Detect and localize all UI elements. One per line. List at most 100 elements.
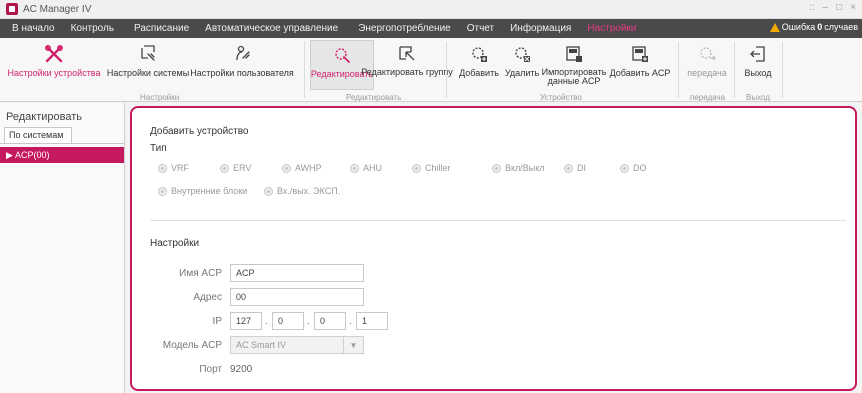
system-settings-icon [141, 45, 155, 61]
import-acp-icon [566, 46, 582, 62]
edit-group-icon [399, 46, 415, 61]
delete-device-icon [515, 47, 530, 62]
alarm-label: Ошибка [781, 22, 816, 32]
group-label-exit: Выход [746, 93, 770, 102]
left-panel-title: Редактировать [6, 111, 82, 123]
radio-awhp[interactable]: AWHP [282, 163, 322, 173]
radio-dot [158, 163, 167, 173]
radio-label: Chiller [425, 163, 451, 173]
radio-ahu[interactable]: AHU [350, 163, 382, 173]
transfer-button[interactable]: передача [682, 40, 732, 90]
radio-vrf[interactable]: VRF [158, 163, 189, 173]
port-value: 9200 [230, 364, 253, 375]
acp-name-label: Имя ACP [179, 268, 222, 279]
model-select-value: AC Smart IV [236, 340, 287, 350]
close-icon[interactable]: × [850, 2, 856, 13]
import-acp-label: Импортировать данные ACP [541, 67, 607, 86]
add-acp-button[interactable]: Добавить ACP [608, 40, 672, 90]
ribbon-separator [678, 42, 679, 98]
import-acp-button[interactable]: Импортировать данные ACP [540, 40, 608, 90]
window-controls: :: – □ × [809, 2, 856, 13]
radio-erv[interactable]: ERV [220, 163, 251, 173]
model-select[interactable]: AC Smart IV ▼ [230, 336, 364, 354]
transfer-label: передача [687, 68, 727, 78]
model-label: Модель ACP [162, 340, 222, 351]
menu-item-home[interactable]: В начало [4, 23, 63, 34]
exit-label: Выход [744, 68, 772, 78]
maximize-icon[interactable]: □ [836, 2, 842, 13]
ip-octet-3-input[interactable] [314, 312, 346, 330]
tree-item-label: ACP(00) [14, 150, 50, 160]
radio-di[interactable]: DI [564, 163, 586, 173]
ribbon-separator [304, 42, 305, 98]
menu-item-schedule[interactable]: Расписание [126, 23, 197, 34]
radio-dot [350, 163, 359, 173]
ip-octet-2-input[interactable] [272, 312, 304, 330]
radio-do[interactable]: DO [620, 163, 647, 173]
acp-name-input[interactable] [230, 264, 364, 282]
settings-title: Настройки [150, 238, 200, 249]
ip-octet-4-input[interactable] [356, 312, 388, 330]
type-label: Тип [150, 143, 167, 154]
alarm-indicator[interactable]: Ошибка 0 случаев [769, 22, 858, 32]
transfer-icon [700, 47, 716, 61]
edit-group-button[interactable]: Редактировать группу [361, 40, 453, 90]
radio-label: AHU [363, 163, 383, 173]
expand-arrow-icon[interactable]: ▶ [6, 150, 13, 160]
add-device-title: Добавить устройство [150, 126, 249, 137]
exit-button[interactable]: Выход [738, 40, 778, 90]
alarm-count: 0 [817, 22, 823, 32]
radio-dot [492, 163, 501, 173]
tab-by-systems[interactable]: По системам [4, 127, 72, 143]
radio-label: VRF [171, 163, 189, 173]
menu-item-energy[interactable]: Энергопотребление [350, 23, 459, 34]
chevron-down-icon[interactable]: ▼ [343, 337, 363, 353]
radio-label: DO [633, 163, 647, 173]
system-settings-button[interactable]: Настройки системы [106, 40, 190, 90]
delete-label: Удалить [504, 68, 540, 78]
warning-icon [769, 22, 780, 32]
device-settings-button[interactable]: Настройки устройства [2, 40, 106, 90]
radio-dot [564, 163, 573, 173]
tree-item-acp[interactable]: ▶ ACP(00) [0, 147, 124, 163]
radio-dot [220, 163, 229, 173]
alarm-suffix: случаев [824, 22, 858, 32]
title-bar: AC Manager IV :: – □ × [0, 0, 862, 19]
radio-dot [282, 163, 291, 173]
add-acp-label: Добавить ACP [609, 68, 671, 78]
add-button[interactable]: Добавить [452, 40, 506, 90]
radio-indoor-units[interactable]: Внутренние блоки [158, 186, 247, 196]
menu-item-control[interactable]: Контроль [63, 23, 122, 34]
group-label-transfer: передача [690, 93, 726, 102]
radio-onoff[interactable]: Вкл/Выкл [492, 163, 545, 173]
edit-button[interactable]: Редактировать [310, 40, 374, 90]
menu-item-settings[interactable]: Настройки [579, 23, 644, 34]
user-settings-button[interactable]: Настройки пользователя [190, 40, 294, 90]
address-input[interactable] [230, 288, 364, 306]
menu-item-info[interactable]: Информация [502, 23, 579, 34]
radio-io-expansion[interactable]: Вх./вых. ЭКСП. [264, 186, 340, 196]
radio-label: Вкл/Выкл [505, 163, 545, 173]
edit-group-label: Редактировать группу [361, 67, 453, 77]
tab-underline [0, 143, 124, 144]
restore-icon[interactable]: :: [809, 2, 815, 13]
radio-label: AWHP [295, 163, 322, 173]
user-settings-icon [236, 45, 250, 61]
delete-button[interactable]: Удалить [504, 40, 540, 90]
radio-chiller[interactable]: Chiller [412, 163, 451, 173]
section-divider [150, 220, 846, 221]
edit-icon [335, 48, 350, 63]
ip-octet-1-input[interactable] [230, 312, 262, 330]
menu-item-automation[interactable]: Автоматическое управление [197, 23, 346, 34]
radio-dot [620, 163, 629, 173]
radio-dot [412, 163, 421, 173]
user-settings-label: Настройки пользователя [190, 68, 294, 78]
system-settings-label: Настройки системы [106, 68, 190, 78]
ribbon-separator [782, 42, 783, 98]
app-logo-icon [6, 3, 18, 15]
device-settings-label: Настройки устройства [7, 68, 101, 78]
menu-item-report[interactable]: Отчет [459, 23, 502, 34]
exit-icon [750, 46, 765, 62]
minimize-icon[interactable]: – [823, 2, 829, 13]
port-label: Порт [199, 364, 222, 375]
